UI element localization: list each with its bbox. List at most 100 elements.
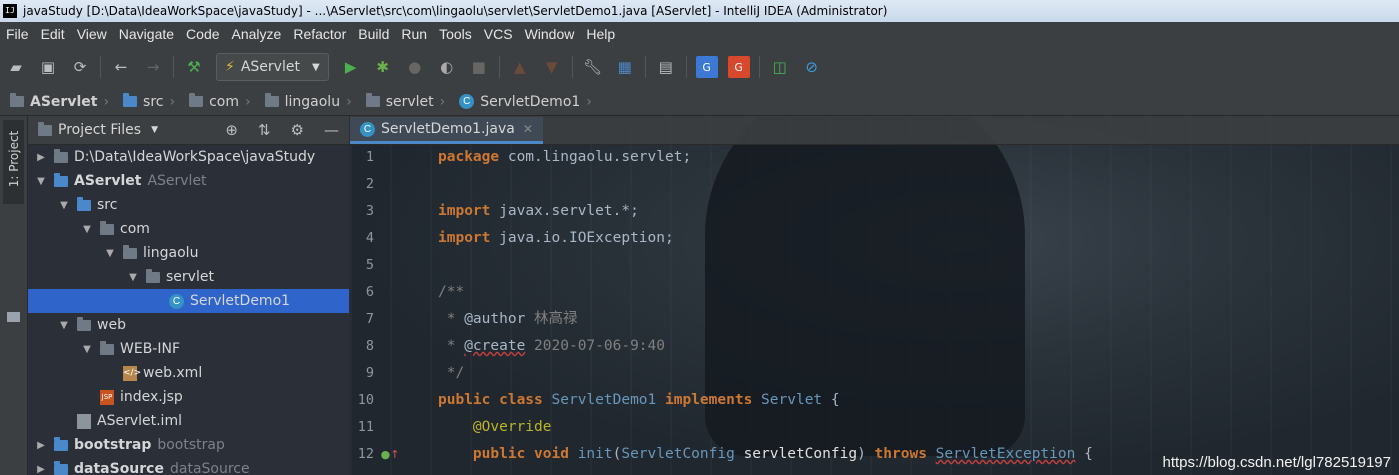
tree-row[interactable]: </> web.xml — [28, 361, 349, 385]
update-resources-icon[interactable]: ▼ — [541, 56, 563, 78]
tree-row[interactable]: ▶ bootstrap bootstrap — [28, 433, 349, 457]
code-line[interactable]: @Override — [438, 414, 1399, 441]
menu-item-view[interactable]: View — [71, 26, 113, 42]
code-line[interactable]: /** — [438, 279, 1399, 306]
tree-row[interactable]: ▼ web — [28, 313, 349, 337]
open-folder-icon[interactable]: ▰ — [5, 56, 27, 78]
code-line[interactable]: public class ServletDemo1 implements Ser… — [438, 387, 1399, 414]
code-line[interactable] — [438, 252, 1399, 279]
menu-item-refactor[interactable]: Refactor — [287, 26, 352, 42]
code-line[interactable]: import javax.servlet.*; — [438, 198, 1399, 225]
breadcrumb-item-servletdemo1[interactable]: C ServletDemo1 › — [449, 94, 596, 110]
code-line[interactable]: * @create 2020-07-06-9:40 — [438, 333, 1399, 360]
menu-item-window[interactable]: Window — [519, 26, 581, 42]
folder-icon — [100, 340, 114, 355]
translate-baidu-icon[interactable]: G — [727, 56, 750, 78]
expand-down-icon[interactable]: ▼ — [57, 200, 71, 211]
implements-method-icon[interactable]: ● ↑ — [381, 446, 400, 462]
debug-icon[interactable]: ✱ — [372, 56, 394, 78]
stop-icon[interactable]: ■ — [468, 56, 490, 78]
menu-item-edit[interactable]: Edit — [35, 26, 71, 42]
menu-item-run[interactable]: Run — [395, 26, 433, 42]
line-number: 6 — [365, 284, 374, 300]
editor-tab-servletdemo1[interactable]: C ServletDemo1.java ✕ — [350, 117, 543, 144]
breadcrumb-label: servlet — [385, 93, 434, 110]
tree-item-label: web — [97, 317, 126, 333]
menu-item-analyze[interactable]: Analyze — [226, 26, 288, 42]
save-icon[interactable]: ▣ — [37, 56, 59, 78]
breadcrumb-item-com[interactable]: com › — [179, 93, 255, 110]
collapse-all-icon[interactable]: ⇅ — [258, 121, 271, 139]
java-class-icon: C — [459, 94, 475, 109]
gear-icon[interactable]: ⚙ — [291, 121, 304, 139]
folder-icon[interactable] — [7, 312, 20, 322]
locate-target-icon[interactable]: ⊕ — [225, 121, 238, 139]
forward-arrow-icon[interactable]: → — [142, 56, 164, 78]
breadcrumb-item-lingaolu[interactable]: lingaolu › — [255, 93, 356, 110]
menu-item-navigate[interactable]: Navigate — [113, 26, 180, 42]
expand-down-icon[interactable]: ▼ — [34, 176, 48, 187]
run-config-select[interactable]: ⚡ AServlet ▼ — [216, 53, 329, 81]
tree-row[interactable]: ▶ D:\Data\IdeaWorkSpace\javaStudy — [28, 145, 349, 169]
breadcrumb-item-servlet[interactable]: servlet › — [356, 93, 450, 110]
tree-item-label: servlet — [166, 269, 214, 285]
code-line[interactable]: */ — [438, 360, 1399, 387]
java-class-icon: C — [360, 121, 375, 137]
project-view-select[interactable]: Project Files ▼ — [28, 121, 215, 138]
translate-google-icon[interactable]: G — [695, 56, 718, 78]
expand-right-icon[interactable]: ▶ — [34, 464, 48, 475]
expand-down-icon[interactable]: ▼ — [80, 344, 94, 355]
breadcrumb-item-aservlet[interactable]: AServlet › — [0, 93, 113, 110]
tree-row[interactable]: ▼ servlet — [28, 265, 349, 289]
settings-wrench-icon[interactable]: 🔧︎ — [582, 56, 604, 78]
close-icon[interactable]: ✕ — [523, 122, 533, 136]
expand-down-icon[interactable]: ▼ — [80, 224, 94, 235]
statistic-chart-icon[interactable]: ◫ — [769, 56, 791, 78]
tree-row[interactable]: AServlet.iml — [28, 409, 349, 433]
menu-item-tools[interactable]: Tools — [433, 26, 478, 42]
tomcat-icon: ⚡ — [225, 59, 235, 75]
run-icon[interactable]: ▶ — [340, 56, 362, 78]
code-line[interactable]: * @author 林高禄 — [438, 306, 1399, 333]
chevron-right-icon: › — [439, 93, 446, 110]
tab-project[interactable]: 1: Project — [3, 120, 24, 204]
menu-item-file[interactable]: File — [0, 26, 35, 42]
menu-item-vcs[interactable]: VCS — [478, 26, 519, 42]
expand-down-icon[interactable]: ▼ — [103, 248, 117, 259]
menu-item-build[interactable]: Build — [352, 26, 395, 42]
hide-panel-icon[interactable]: — — [324, 121, 339, 139]
xml-file-icon: </> — [123, 365, 141, 381]
profile-icon[interactable]: ● — [404, 56, 426, 78]
tree-row[interactable]: C ServletDemo1 — [28, 289, 349, 313]
back-arrow-icon[interactable]: ← — [110, 56, 132, 78]
folder-icon — [123, 244, 137, 259]
folder-icon — [264, 93, 279, 107]
menu-item-code[interactable]: Code — [180, 26, 225, 42]
expand-down-icon[interactable]: ▼ — [57, 320, 71, 331]
code-line[interactable]: import java.io.IOException; — [438, 225, 1399, 252]
power-save-icon[interactable]: ⊘ — [801, 56, 823, 78]
expand-right-icon[interactable]: ▶ — [34, 152, 48, 163]
tree-row[interactable]: ▼ lingaolu — [28, 241, 349, 265]
code-line[interactable]: package com.lingaolu.servlet; — [438, 144, 1399, 171]
code-area[interactable]: package com.lingaolu.servlet; import java… — [438, 144, 1399, 475]
code-line[interactable] — [438, 171, 1399, 198]
tree-row[interactable]: ▼ WEB-INF — [28, 337, 349, 361]
tree-row[interactable]: ▼ src — [28, 193, 349, 217]
module-icon — [10, 93, 24, 107]
tree-item-label: D:\Data\IdeaWorkSpace\javaStudy — [74, 149, 316, 165]
expand-right-icon[interactable]: ▶ — [34, 440, 48, 451]
project-structure-icon[interactable]: ▦ — [614, 56, 636, 78]
tree-row[interactable]: ▼ AServlet AServlet — [28, 169, 349, 193]
tree-row[interactable]: ▼ com — [28, 217, 349, 241]
menu-item-help[interactable]: Help — [580, 26, 621, 42]
tree-row[interactable]: JSP index.jsp — [28, 385, 349, 409]
breadcrumb-item-src[interactable]: src › — [113, 93, 179, 110]
build-hammer-icon[interactable]: ⚒ — [183, 56, 205, 78]
sync-icon[interactable]: ⟳ — [69, 56, 91, 78]
update-app-icon[interactable]: ▲ — [509, 56, 531, 78]
expand-down-icon[interactable]: ▼ — [126, 272, 140, 283]
tree-row[interactable]: ▶ dataSource dataSource — [28, 457, 349, 475]
sdk-manager-icon[interactable]: ▤ — [655, 56, 677, 78]
coverage-icon[interactable]: ◐ — [436, 56, 458, 78]
